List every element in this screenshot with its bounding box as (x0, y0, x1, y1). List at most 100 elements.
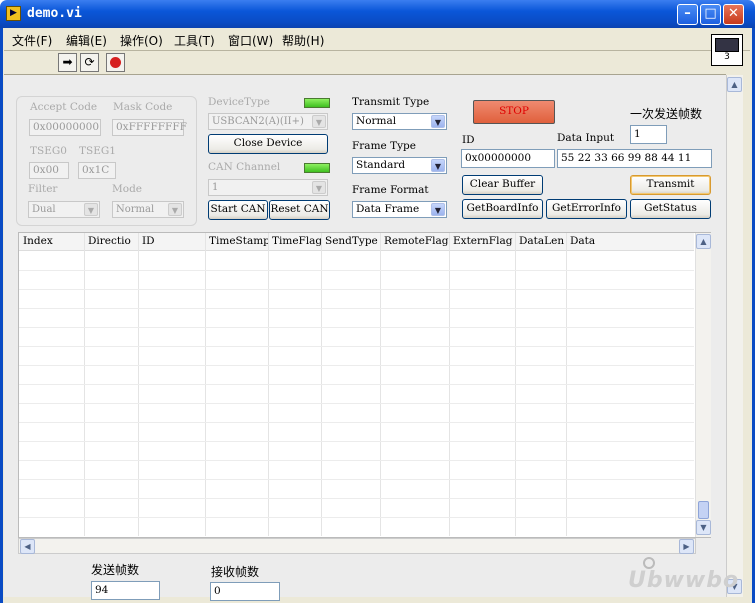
can-message-table[interactable]: Index Directio ID TimeStamp TimeFlag Sen… (18, 232, 711, 538)
table-row (19, 517, 694, 518)
run-icon: ➡ (62, 55, 73, 69)
data-input-field[interactable]: 55 22 33 66 99 88 44 11 (557, 149, 712, 168)
maximize-button[interactable]: □ (700, 4, 721, 25)
tseg1-label: TSEG1 (79, 145, 116, 157)
scroll-down-icon[interactable]: ▼ (696, 520, 711, 535)
frame-type-label: Frame Type (352, 140, 416, 152)
run-continuously-button[interactable]: ⟳ (80, 53, 99, 72)
vi-icon-number: 3 (724, 52, 730, 62)
send-count-field[interactable]: 1 (630, 125, 667, 144)
tseg0-field[interactable]: 0x00 (29, 162, 69, 179)
device-status-led (304, 98, 330, 108)
column-header-timestamp[interactable]: TimeStamp (209, 235, 269, 247)
filter-value: Dual (32, 204, 56, 215)
sent-count-label: 发送帧数 (91, 563, 140, 577)
column-header-index[interactable]: Index (23, 235, 83, 247)
table-vertical-scrollbar[interactable]: ▲ ▼ (695, 233, 711, 537)
frame-type-value: Standard (356, 159, 406, 171)
can-channel-value: 1 (212, 182, 219, 193)
abort-button[interactable] (106, 53, 125, 72)
column-header-externflag[interactable]: ExternFlag (453, 235, 515, 247)
table-row (19, 308, 694, 309)
device-type-value: USBCAN2(A)(II+) (212, 116, 304, 127)
menu-operate[interactable]: 操作(O) (120, 32, 163, 49)
scroll-thumb[interactable] (698, 501, 709, 519)
table-row (19, 327, 694, 328)
filter-select[interactable]: Dual ▼ (28, 201, 100, 218)
frame-type-select[interactable]: Standard ▼ (352, 157, 447, 174)
menu-divider (4, 50, 750, 51)
table-row (19, 384, 694, 385)
panel-vertical-scrollbar[interactable]: ▲ ▼ (726, 75, 743, 597)
column-header-timeflag[interactable]: TimeFlag (272, 235, 321, 247)
get-board-info-button[interactable]: GetBoardInfo (462, 199, 543, 219)
table-header: Index Directio ID TimeStamp TimeFlag Sen… (19, 233, 694, 251)
reset-can-button[interactable]: Reset CAN (269, 200, 330, 220)
abort-icon (110, 57, 121, 68)
id-label: ID (462, 134, 475, 146)
vi-connector-icon[interactable]: 3 (711, 34, 743, 66)
column-header-data[interactable]: Data (570, 235, 670, 247)
table-row (19, 270, 694, 271)
watermark-text: Ubwwbo (628, 568, 740, 593)
table-row (19, 365, 694, 366)
table-row (19, 346, 694, 347)
mode-value: Normal (116, 204, 155, 215)
table-row (19, 460, 694, 461)
get-status-button[interactable]: GetStatus (630, 199, 711, 219)
menu-edit[interactable]: 编辑(E) (66, 32, 107, 49)
column-header-direction[interactable]: Directio (88, 235, 138, 247)
chevron-down-icon: ▼ (312, 115, 326, 128)
clear-buffer-button[interactable]: Clear Buffer (462, 175, 543, 195)
chevron-down-icon: ▼ (84, 203, 98, 216)
stop-button[interactable]: STOP (473, 100, 555, 124)
chevron-down-icon: ▼ (312, 181, 326, 194)
scroll-up-icon[interactable]: ▲ (727, 77, 742, 92)
tseg1-field[interactable]: 0x1C (78, 162, 116, 179)
frame-format-label: Frame Format (352, 184, 429, 196)
column-header-id[interactable]: ID (142, 235, 202, 247)
send-count-label: 一次发送帧数 (630, 107, 703, 121)
minimize-button[interactable]: – (677, 4, 698, 25)
recv-count-field[interactable]: 0 (210, 582, 280, 601)
menu-help[interactable]: 帮助(H) (282, 32, 324, 49)
recv-count-label: 接收帧数 (211, 565, 260, 579)
sent-count-field[interactable]: 94 (91, 581, 160, 600)
accept-code-label: Accept Code (30, 101, 98, 113)
scroll-right-icon[interactable]: ▶ (679, 539, 694, 554)
scroll-up-icon[interactable]: ▲ (696, 234, 711, 249)
run-continuously-icon: ⟳ (84, 55, 95, 69)
id-field[interactable]: 0x00000000 (461, 149, 555, 168)
accept-code-field[interactable]: 0x00000000 (29, 119, 101, 136)
transmit-type-value: Normal (356, 115, 397, 127)
device-type-select[interactable]: USBCAN2(A)(II+) ▼ (208, 113, 328, 130)
can-channel-label: CAN Channel (208, 161, 281, 173)
start-can-button[interactable]: Start CAN (208, 200, 268, 220)
scroll-left-icon[interactable]: ◀ (20, 539, 35, 554)
column-header-datalen[interactable]: DataLen (519, 235, 567, 247)
transmit-type-select[interactable]: Normal ▼ (352, 113, 447, 130)
frame-format-value: Data Frame (356, 203, 420, 215)
mask-code-field[interactable]: 0xFFFFFFFF (112, 119, 187, 136)
get-error-info-button[interactable]: GetErrorInfo (546, 199, 627, 219)
column-header-remoteflag[interactable]: RemoteFlag (384, 235, 449, 247)
tseg0-label: TSEG0 (30, 145, 67, 157)
chevron-down-icon: ▼ (431, 159, 445, 172)
menu-file[interactable]: 文件(F) (12, 32, 52, 49)
labview-app-icon[interactable]: ▶ (6, 6, 21, 21)
frame-format-select[interactable]: Data Frame ▼ (352, 201, 447, 218)
table-row (19, 289, 694, 290)
window-title: demo.vi (27, 6, 82, 21)
channel-status-led (304, 163, 330, 173)
run-button[interactable]: ➡ (58, 53, 77, 72)
chevron-down-icon: ▼ (168, 203, 182, 216)
menu-tools[interactable]: 工具(T) (174, 32, 215, 49)
close-device-button[interactable]: Close Device (208, 134, 328, 154)
column-header-sendtype[interactable]: SendType (325, 235, 380, 247)
can-channel-select[interactable]: 1 ▼ (208, 179, 328, 196)
close-button[interactable]: ✕ (723, 4, 744, 25)
transmit-button[interactable]: Transmit (630, 175, 711, 195)
menu-window[interactable]: 窗口(W) (228, 32, 273, 49)
mode-select[interactable]: Normal ▼ (112, 201, 184, 218)
table-horizontal-scrollbar[interactable]: ◀ ▶ (18, 538, 696, 554)
